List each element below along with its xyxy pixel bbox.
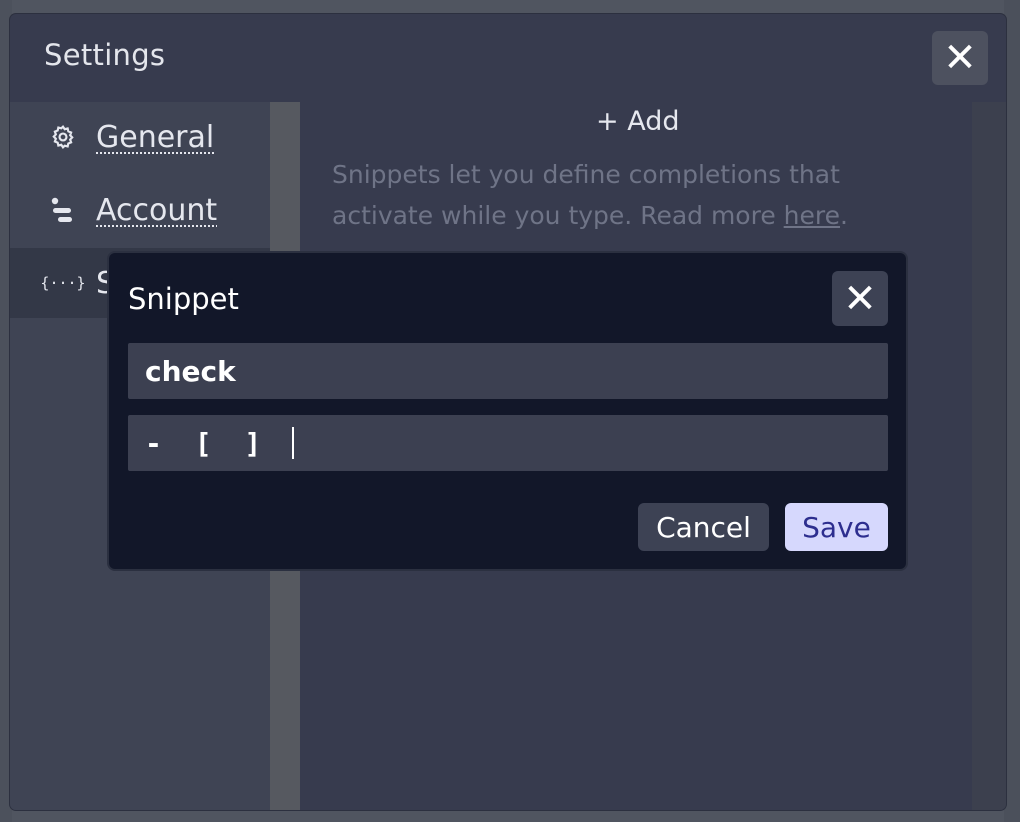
snippet-body-input[interactable]: - [ ]	[128, 415, 888, 471]
description-suffix: .	[840, 201, 848, 230]
sidebar-item-account[interactable]: Account	[10, 175, 270, 245]
gear-icon	[48, 124, 78, 150]
snippets-description: Snippets let you define completions that…	[332, 154, 892, 236]
close-icon: ✕	[843, 275, 877, 322]
background-app-right	[1004, 0, 1020, 822]
snippet-dialog: Snippet ✕ check - [ ] Cancel Save	[109, 253, 906, 569]
snippet-name-value: check	[145, 354, 236, 388]
sidebar-item-general[interactable]: General	[10, 102, 270, 172]
snippet-body-value: - [ ]	[145, 426, 295, 460]
snippets-icon: {···}	[40, 274, 86, 292]
cancel-button[interactable]: Cancel	[638, 503, 769, 551]
sidebar-item-label: General	[96, 119, 215, 155]
sidebar-item-label: Account	[96, 192, 218, 228]
settings-close-button[interactable]: ✕	[932, 31, 988, 85]
text-caret	[292, 427, 295, 459]
description-text: Snippets let you define completions that…	[332, 160, 840, 230]
save-button[interactable]: Save	[785, 503, 888, 551]
dialog-close-button[interactable]: ✕	[832, 271, 888, 326]
add-snippet-button[interactable]: + Add	[596, 106, 679, 137]
close-icon: ✕	[943, 35, 977, 81]
snippet-name-input[interactable]: check	[128, 343, 888, 399]
panel-scroll-edge	[972, 102, 1006, 810]
read-more-link[interactable]: here	[784, 201, 840, 230]
account-icon	[48, 196, 78, 224]
dialog-title: Snippet	[128, 282, 239, 316]
settings-title: Settings	[44, 38, 166, 72]
